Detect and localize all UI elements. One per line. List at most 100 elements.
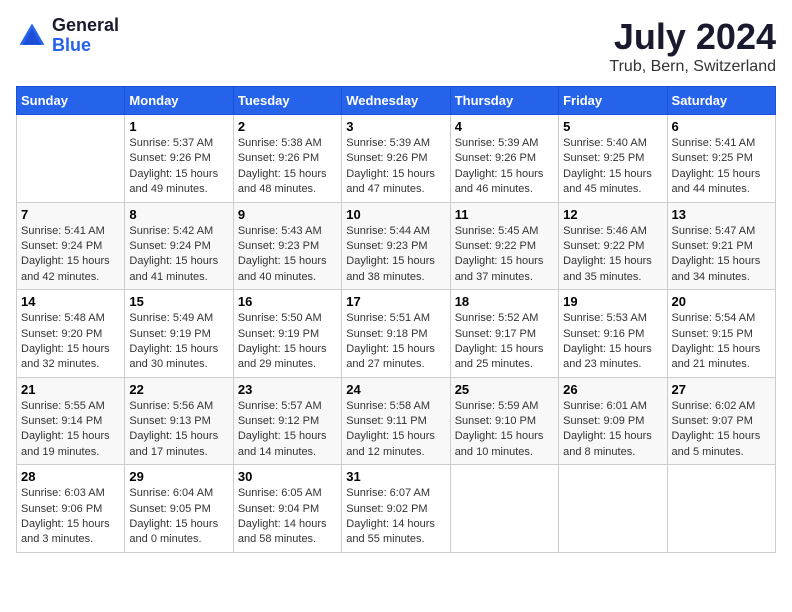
week-row-3: 14 Sunrise: 5:48 AM Sunset: 9:20 PM Dayli…	[17, 290, 776, 378]
day-info: Sunrise: 5:56 AM Sunset: 9:13 PM Dayligh…	[129, 399, 228, 461]
day-cell: 16 Sunrise: 5:50 AM Sunset: 9:19 PM Dayli…	[233, 290, 341, 378]
day-number: 31	[346, 469, 445, 484]
day-number: 29	[129, 469, 228, 484]
month-year: July 2024	[609, 16, 776, 58]
day-header-thursday: Thursday	[450, 87, 558, 115]
day-number: 23	[238, 382, 337, 397]
day-cell: 12Sunrise: 5:46 AM Sunset: 9:22 PM Dayli…	[559, 202, 667, 290]
logo-text: General Blue	[52, 16, 119, 56]
day-info: Sunrise: 5:50 AM Sunset: 9:19 PM Dayligh…	[238, 311, 337, 373]
day-number: 11	[455, 207, 554, 222]
day-cell: 13 Sunrise: 5:47 AM Sunset: 9:21 PM Dayli…	[667, 202, 775, 290]
page-header: General Blue July 2024 Trub, Bern, Switz…	[16, 16, 776, 76]
title-block: July 2024 Trub, Bern, Switzerland	[609, 16, 776, 76]
logo: General Blue	[16, 16, 119, 56]
day-info: Sunrise: 5:38 AM Sunset: 9:26 PM Dayligh…	[238, 136, 337, 198]
day-info: Sunrise: 5:51 AM Sunset: 9:18 PM Dayligh…	[346, 311, 445, 373]
location: Trub, Bern, Switzerland	[609, 58, 776, 76]
day-cell: 3Sunrise: 5:39 AM Sunset: 9:26 PM Daylig…	[342, 115, 450, 203]
day-header-tuesday: Tuesday	[233, 87, 341, 115]
day-number: 28	[21, 469, 120, 484]
day-info: Sunrise: 5:41 AM Sunset: 9:25 PM Dayligh…	[672, 136, 771, 198]
day-info: Sunrise: 5:42 AM Sunset: 9:24 PM Dayligh…	[129, 224, 228, 286]
day-number: 5	[563, 119, 662, 134]
day-info: Sunrise: 6:04 AM Sunset: 9:05 PM Dayligh…	[129, 486, 228, 548]
day-cell: 29 Sunrise: 6:04 AM Sunset: 9:05 PM Dayli…	[125, 465, 233, 553]
day-header-wednesday: Wednesday	[342, 87, 450, 115]
day-cell: 6 Sunrise: 5:41 AM Sunset: 9:25 PM Daylig…	[667, 115, 775, 203]
day-number: 13	[672, 207, 771, 222]
day-number: 8	[129, 207, 228, 222]
day-info: Sunrise: 5:54 AM Sunset: 9:15 PM Dayligh…	[672, 311, 771, 373]
day-cell: 5 Sunrise: 5:40 AM Sunset: 9:25 PM Daylig…	[559, 115, 667, 203]
day-cell: 24Sunrise: 5:58 AM Sunset: 9:11 PM Dayli…	[342, 377, 450, 465]
day-cell	[559, 465, 667, 553]
day-number: 18	[455, 294, 554, 309]
day-header-monday: Monday	[125, 87, 233, 115]
day-info: Sunrise: 5:44 AM Sunset: 9:23 PM Dayligh…	[346, 224, 445, 286]
day-cell	[17, 115, 125, 203]
calendar-body: 1Sunrise: 5:37 AM Sunset: 9:26 PM Daylig…	[17, 115, 776, 553]
week-row-5: 28Sunrise: 6:03 AM Sunset: 9:06 PM Dayli…	[17, 465, 776, 553]
day-cell: 1Sunrise: 5:37 AM Sunset: 9:26 PM Daylig…	[125, 115, 233, 203]
day-cell: 17 Sunrise: 5:51 AM Sunset: 9:18 PM Dayli…	[342, 290, 450, 378]
day-cell: 28Sunrise: 6:03 AM Sunset: 9:06 PM Dayli…	[17, 465, 125, 553]
logo-icon	[16, 20, 48, 52]
day-number: 27	[672, 382, 771, 397]
day-info: Sunrise: 5:39 AM Sunset: 9:26 PM Dayligh…	[455, 136, 554, 198]
day-number: 20	[672, 294, 771, 309]
day-cell: 18 Sunrise: 5:52 AM Sunset: 9:17 PM Dayli…	[450, 290, 558, 378]
day-info: Sunrise: 5:57 AM Sunset: 9:12 PM Dayligh…	[238, 399, 337, 461]
day-info: Sunrise: 5:47 AM Sunset: 9:21 PM Dayligh…	[672, 224, 771, 286]
day-info: Sunrise: 5:40 AM Sunset: 9:25 PM Dayligh…	[563, 136, 662, 198]
logo-general: General	[52, 16, 119, 36]
day-info: Sunrise: 5:48 AM Sunset: 9:20 PM Dayligh…	[21, 311, 120, 373]
day-cell: 31 Sunrise: 6:07 AM Sunset: 9:02 PM Dayli…	[342, 465, 450, 553]
day-cell: 7 Sunrise: 5:41 AM Sunset: 9:24 PM Daylig…	[17, 202, 125, 290]
day-number: 9	[238, 207, 337, 222]
day-cell: 23 Sunrise: 5:57 AM Sunset: 9:12 PM Dayli…	[233, 377, 341, 465]
day-info: Sunrise: 5:59 AM Sunset: 9:10 PM Dayligh…	[455, 399, 554, 461]
day-cell: 2 Sunrise: 5:38 AM Sunset: 9:26 PM Daylig…	[233, 115, 341, 203]
week-row-2: 7 Sunrise: 5:41 AM Sunset: 9:24 PM Daylig…	[17, 202, 776, 290]
day-cell: 20 Sunrise: 5:54 AM Sunset: 9:15 PM Dayli…	[667, 290, 775, 378]
day-number: 15	[129, 294, 228, 309]
day-number: 19	[563, 294, 662, 309]
day-number: 17	[346, 294, 445, 309]
week-row-1: 1Sunrise: 5:37 AM Sunset: 9:26 PM Daylig…	[17, 115, 776, 203]
day-info: Sunrise: 5:37 AM Sunset: 9:26 PM Dayligh…	[129, 136, 228, 198]
day-number: 6	[672, 119, 771, 134]
day-cell: 26Sunrise: 6:01 AM Sunset: 9:09 PM Dayli…	[559, 377, 667, 465]
day-info: Sunrise: 6:02 AM Sunset: 9:07 PM Dayligh…	[672, 399, 771, 461]
day-number: 24	[346, 382, 445, 397]
day-info: Sunrise: 5:41 AM Sunset: 9:24 PM Dayligh…	[21, 224, 120, 286]
calendar-table: SundayMondayTuesdayWednesdayThursdayFrid…	[16, 86, 776, 553]
day-info: Sunrise: 6:07 AM Sunset: 9:02 PM Dayligh…	[346, 486, 445, 548]
day-cell: 14 Sunrise: 5:48 AM Sunset: 9:20 PM Dayli…	[17, 290, 125, 378]
day-number: 7	[21, 207, 120, 222]
calendar-header: SundayMondayTuesdayWednesdayThursdayFrid…	[17, 87, 776, 115]
week-row-4: 21Sunrise: 5:55 AM Sunset: 9:14 PM Dayli…	[17, 377, 776, 465]
day-cell: 19 Sunrise: 5:53 AM Sunset: 9:16 PM Dayli…	[559, 290, 667, 378]
day-number: 4	[455, 119, 554, 134]
day-info: Sunrise: 5:53 AM Sunset: 9:16 PM Dayligh…	[563, 311, 662, 373]
day-info: Sunrise: 5:52 AM Sunset: 9:17 PM Dayligh…	[455, 311, 554, 373]
day-cell: 8 Sunrise: 5:42 AM Sunset: 9:24 PM Daylig…	[125, 202, 233, 290]
day-info: Sunrise: 5:46 AM Sunset: 9:22 PM Dayligh…	[563, 224, 662, 286]
day-number: 3	[346, 119, 445, 134]
logo-blue: Blue	[52, 36, 119, 56]
day-cell: 22Sunrise: 5:56 AM Sunset: 9:13 PM Dayli…	[125, 377, 233, 465]
day-cell	[450, 465, 558, 553]
day-number: 14	[21, 294, 120, 309]
day-cell: 4 Sunrise: 5:39 AM Sunset: 9:26 PM Daylig…	[450, 115, 558, 203]
day-info: Sunrise: 6:05 AM Sunset: 9:04 PM Dayligh…	[238, 486, 337, 548]
day-number: 2	[238, 119, 337, 134]
day-info: Sunrise: 5:45 AM Sunset: 9:22 PM Dayligh…	[455, 224, 554, 286]
day-cell	[667, 465, 775, 553]
day-cell: 9Sunrise: 5:43 AM Sunset: 9:23 PM Daylig…	[233, 202, 341, 290]
day-cell: 11 Sunrise: 5:45 AM Sunset: 9:22 PM Dayli…	[450, 202, 558, 290]
day-header-saturday: Saturday	[667, 87, 775, 115]
day-number: 16	[238, 294, 337, 309]
day-cell: 21Sunrise: 5:55 AM Sunset: 9:14 PM Dayli…	[17, 377, 125, 465]
day-cell: 15Sunrise: 5:49 AM Sunset: 9:19 PM Dayli…	[125, 290, 233, 378]
